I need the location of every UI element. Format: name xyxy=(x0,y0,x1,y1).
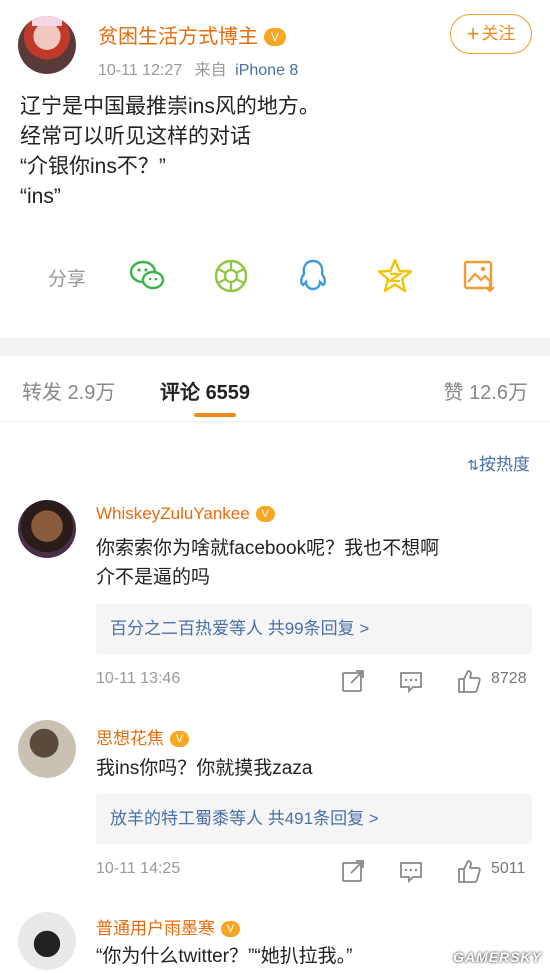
tab-comments[interactable]: 评论 6559 xyxy=(160,376,250,405)
weibo-post: 贫困生活方式博主 V 10-11 12:27 来自 iPhone 8 + 关注 辽宁… xyxy=(0,0,550,338)
sort-label: 按热度 xyxy=(479,455,530,474)
repost-icon[interactable] xyxy=(340,668,366,694)
share-label: 分享 xyxy=(48,269,87,290)
tab-likes-label: 赞 xyxy=(443,382,464,404)
section-divider xyxy=(0,338,550,356)
post-body: 辽宁是中国最推崇ins风的地方。 经常可以听见这样的对话 “介银你ins不？” … xyxy=(20,92,320,212)
post-line: 经常可以听见这样的对话 xyxy=(20,125,251,148)
like-count: 8728 xyxy=(491,670,527,687)
post-line: 辽宁是中国最推崇ins风的地方。 xyxy=(20,95,320,118)
reply-summary[interactable]: 放羊的特工蜀黍等人 共491条回复 > xyxy=(96,794,532,844)
post-line: “介银你ins不？” xyxy=(20,155,166,178)
wechat-icon[interactable] xyxy=(128,258,166,294)
comment-text: 你索索你为啥就facebook呢？我也不想啊 介不是逼的吗 xyxy=(96,534,439,592)
comment-line: 你索索你为啥就facebook呢？我也不想啊 xyxy=(96,538,440,559)
reply-icon[interactable] xyxy=(398,858,424,884)
vip-badge-icon: V xyxy=(170,731,189,747)
sort-icon: ⇅ xyxy=(467,457,479,473)
commenter-avatar[interactable] xyxy=(18,500,76,558)
repost-icon[interactable] xyxy=(340,858,366,884)
commenter-name-text[interactable]: 普通用户雨墨寒 xyxy=(96,919,215,938)
plus-icon: + xyxy=(466,21,480,46)
vip-badge-icon: V xyxy=(221,921,240,937)
like-count: 5011 xyxy=(491,860,526,877)
share-row: 分享 xyxy=(0,254,550,298)
comment-text: “你为什么twitter？”“她扒拉我。” xyxy=(96,942,352,971)
reply-icon[interactable] xyxy=(398,668,424,694)
qq-icon[interactable] xyxy=(294,258,332,294)
comment-line: “你为什么twitter？”“她扒拉我。” xyxy=(96,946,353,967)
commenter-name-text[interactable]: WhiskeyZuluYankee xyxy=(96,504,250,523)
post-meta: 10-11 12:27 来自 iPhone 8 xyxy=(98,56,298,80)
comment-footer: 10-11 13:46 8728 xyxy=(96,666,532,696)
comment-line: 介不是逼的吗 xyxy=(96,567,211,588)
sort-by-hot-button[interactable]: ⇅按热度 xyxy=(467,450,530,475)
tab-comments-count: 6559 xyxy=(205,382,251,404)
reply-summary[interactable]: 百分之二百热爱等人 共99条回复 > xyxy=(96,604,532,654)
post-device[interactable]: iPhone 8 xyxy=(235,62,298,79)
moments-icon[interactable] xyxy=(212,258,250,294)
interaction-tabs: 转发 2.9万 评论 6559 赞 12.6万 xyxy=(0,356,550,422)
follow-label: 关注 xyxy=(481,24,516,43)
like-thumb-icon[interactable] xyxy=(456,858,482,884)
commenter-name[interactable]: WhiskeyZuluYankee V xyxy=(96,504,275,524)
vip-badge-icon: V xyxy=(264,28,286,46)
vip-badge-icon: V xyxy=(255,506,275,522)
commenter-avatar[interactable] xyxy=(18,912,76,970)
comment-footer: 10-11 14:25 5011 xyxy=(96,856,532,886)
tab-repost[interactable]: 转发 2.9万 xyxy=(22,376,115,405)
post-line: “ins” xyxy=(20,185,61,208)
watermark: GAMERSKY xyxy=(453,949,542,965)
comment-time: 10-11 14:25 xyxy=(96,860,181,877)
follow-button[interactable]: + 关注 xyxy=(450,14,532,54)
save-image-icon[interactable] xyxy=(460,258,498,294)
like-thumb-icon[interactable] xyxy=(456,668,482,694)
tab-repost-label: 转发 xyxy=(22,382,62,404)
commenter-name-text[interactable]: 思想花焦 xyxy=(96,729,164,748)
tab-likes-count: 12.6万 xyxy=(469,382,528,404)
comment-text: 我ins你吗？你就摸我zaza xyxy=(96,754,312,783)
author-name[interactable]: 贫困生活方式博主 V xyxy=(98,20,286,49)
commenter-avatar[interactable] xyxy=(18,720,76,778)
post-time: 10-11 12:27 xyxy=(98,62,183,79)
active-tab-indicator xyxy=(194,413,236,417)
commenter-name[interactable]: 思想花焦 V xyxy=(96,724,189,749)
tab-likes[interactable]: 赞 12.6万 xyxy=(444,376,529,405)
qzone-icon[interactable] xyxy=(376,258,414,294)
author-name-text[interactable]: 贫困生活方式博主 xyxy=(98,26,258,48)
comment-line: 我ins你吗？你就摸我zaza xyxy=(96,758,313,779)
commenter-name[interactable]: 普通用户雨墨寒 V xyxy=(96,914,240,939)
tab-comments-label: 评论 xyxy=(160,382,200,404)
comment-time: 10-11 13:46 xyxy=(96,670,181,687)
author-avatar[interactable] xyxy=(18,16,76,74)
tab-repost-count: 2.9万 xyxy=(67,382,116,404)
source-prefix: 来自 xyxy=(194,62,227,79)
